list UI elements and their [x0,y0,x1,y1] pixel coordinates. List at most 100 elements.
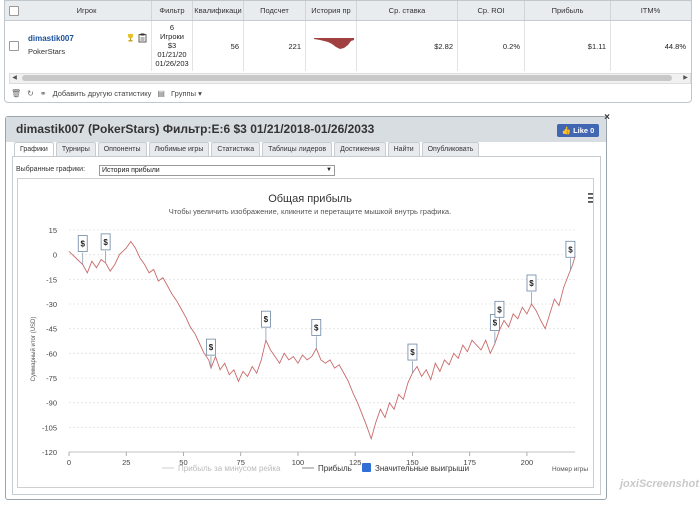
table-toolbar: 🗑 ↻ ⚭ Добавить другую статистику ▤ Групп… [11,87,202,99]
avg-stake-value: $2.82 [434,42,453,51]
avg-roi-value: 0.2% [502,42,520,51]
filter-lines: 6 Игроки $3 01/21/20 01/26/203 [152,23,192,68]
table-row[interactable]: dimastik007 PokerStars 6 Игроки $3 01/21… [5,21,691,71]
win-marker-label: $ [493,318,498,327]
chart-select-label: Выбранные графики: [16,166,86,173]
facebook-like-button[interactable]: 👍 Like 0 [557,124,599,137]
itm-value: 44.8% [664,42,686,51]
qualification-value: 56 [230,42,239,51]
select-all-checkbox[interactable] [9,6,19,16]
tab-opponents[interactable]: Оппоненты [97,142,147,156]
charts-tab-panel: Выбранные графики: История прибыли ▼ Общ… [12,156,601,495]
chart-series [68,240,576,441]
filter-date-from: 01/21/20 [157,50,187,59]
refresh-icon[interactable]: ↻ [27,89,34,98]
profit-series-line [68,240,576,441]
avg-roi-cell: 0.2% [458,21,525,71]
col-qualification[interactable]: Квалификаци [193,1,244,20]
chevron-down-icon: ▼ [326,167,332,173]
scroll-left-icon[interactable]: ◀ [10,74,19,83]
win-marker-label: $ [497,305,502,314]
legend-swatch [362,463,371,472]
profit-cell: $1.11 [525,21,611,71]
thumbs-up-icon: 👍 [561,126,571,135]
profit-value: $1.11 [587,42,606,51]
col-itm[interactable]: ITM% [611,1,690,20]
chart-select[interactable]: История прибыли ▼ [99,165,335,176]
y-tick-label: 0 [53,251,57,260]
row-checkbox[interactable] [9,41,19,51]
x-axis-label: Номер игры [552,466,588,473]
report-icon[interactable] [138,33,148,43]
col-avg-stake[interactable]: Ср. ставка [357,1,458,20]
col-count[interactable]: Подсчет [244,1,306,20]
itm-cell: 44.8% [611,21,690,71]
history-sparkline [314,38,354,49]
win-marker-label: $ [529,279,534,288]
filter-players-label: Игроки [160,32,184,41]
like-label: Like 0 [573,126,595,135]
horizontal-scrollbar[interactable]: ◀ ▶ [9,73,691,84]
x-tick-label: 200 [521,458,534,467]
stats-table: Игрок Фильтр Квалификаци Подсчет История… [4,0,692,103]
x-tick-label: 25 [122,458,130,467]
chart-subtitle: Чтобы увеличить изображение, кликните и … [169,207,451,216]
col-player[interactable]: Игрок [22,1,152,20]
dialog-title: dimastik007 (PokerStars) Фильтр:E:6 $3 0… [16,122,375,136]
y-tick-label: -90 [46,399,57,408]
x-tick-label: 100 [292,458,305,467]
y-tick-label: -30 [46,300,57,309]
close-icon[interactable]: × [602,113,612,123]
scroll-right-icon[interactable]: ▶ [681,74,690,83]
y-tick-label: -120 [42,448,57,457]
chart-title: Общая прибыль [268,193,352,205]
col-profit[interactable]: Прибыль [525,1,611,20]
legend-item-label: Прибыль за минусом рейка [178,464,281,473]
y-tick-label: -105 [42,423,57,432]
col-history[interactable]: История пр [306,1,357,20]
player-site: PokerStars [28,47,66,56]
tab-statistics[interactable]: Статистика [211,142,261,156]
chart-legend: Прибыль за минусом рейка Прибыль Значитель… [162,463,469,473]
tab-achievements[interactable]: Достижения [334,142,386,156]
player-cell: dimastik007 PokerStars [22,21,152,71]
y-axis-label: Суммарный итог (USD) [30,317,37,382]
legend-item-label: Значительные выигрыши [375,464,469,473]
chart-select-value: История прибыли [102,167,160,174]
tab-leaderboards[interactable]: Таблицы лидеров [262,142,333,156]
filter-cell: 6 Игроки $3 01/21/20 01/26/203 [152,21,193,71]
win-marker-label: $ [209,343,214,352]
trash-icon[interactable]: 🗑 [11,89,21,98]
player-dialog: dimastik007 (PokerStars) Фильтр:E:6 $3 0… [5,113,610,500]
trophy-icon[interactable] [126,33,135,42]
filter-stake: $3 [167,41,177,50]
profit-chart-frame[interactable]: Общая прибыль Чтобы увеличить изображени… [17,178,599,488]
link-icon[interactable]: ⚭ [40,89,47,98]
tab-favorite-games[interactable]: Любимые игры [148,142,210,156]
player-name-link[interactable]: dimastik007 [28,34,74,43]
chart-menu-icon[interactable] [588,193,599,203]
groups-dropdown[interactable]: Группы ▾ [171,89,202,98]
tab-tournaments[interactable]: Турниры [55,142,96,156]
y-tick-label: -60 [46,349,57,358]
tab-publish[interactable]: Опубликовать [421,142,480,156]
y-tick-label: -75 [46,374,57,383]
tab-charts[interactable]: Графики [14,142,54,156]
chevron-down-icon: ▾ [198,88,202,98]
profit-chart[interactable]: Общая прибыль Чтобы увеличить изображени… [18,179,599,487]
col-avg-roi[interactable]: Ср. ROI [458,1,525,20]
win-marker-label: $ [568,245,573,254]
groups-icon[interactable]: ▤ [157,89,165,98]
legend-item-label: Прибыль [318,464,352,473]
table-header: Игрок Фильтр Квалификаци Подсчет История… [5,1,691,21]
col-filter[interactable]: Фильтр [152,1,193,20]
count-cell: 221 [244,21,306,71]
scroll-thumb[interactable] [22,75,672,81]
add-stats-button[interactable]: Добавить другую статистику [53,89,152,98]
win-marker-label: $ [103,238,108,247]
chart-ticks: 150-15-30-45-60-75-90-105-1200 25 50 75 100 1… [42,226,575,467]
tab-find[interactable]: Найти [387,142,420,156]
dialog-titlebar[interactable]: dimastik007 (PokerStars) Фильтр:E:6 $3 0… [6,113,610,142]
y-tick-label: -45 [46,325,57,334]
x-tick-label: 0 [67,458,71,467]
